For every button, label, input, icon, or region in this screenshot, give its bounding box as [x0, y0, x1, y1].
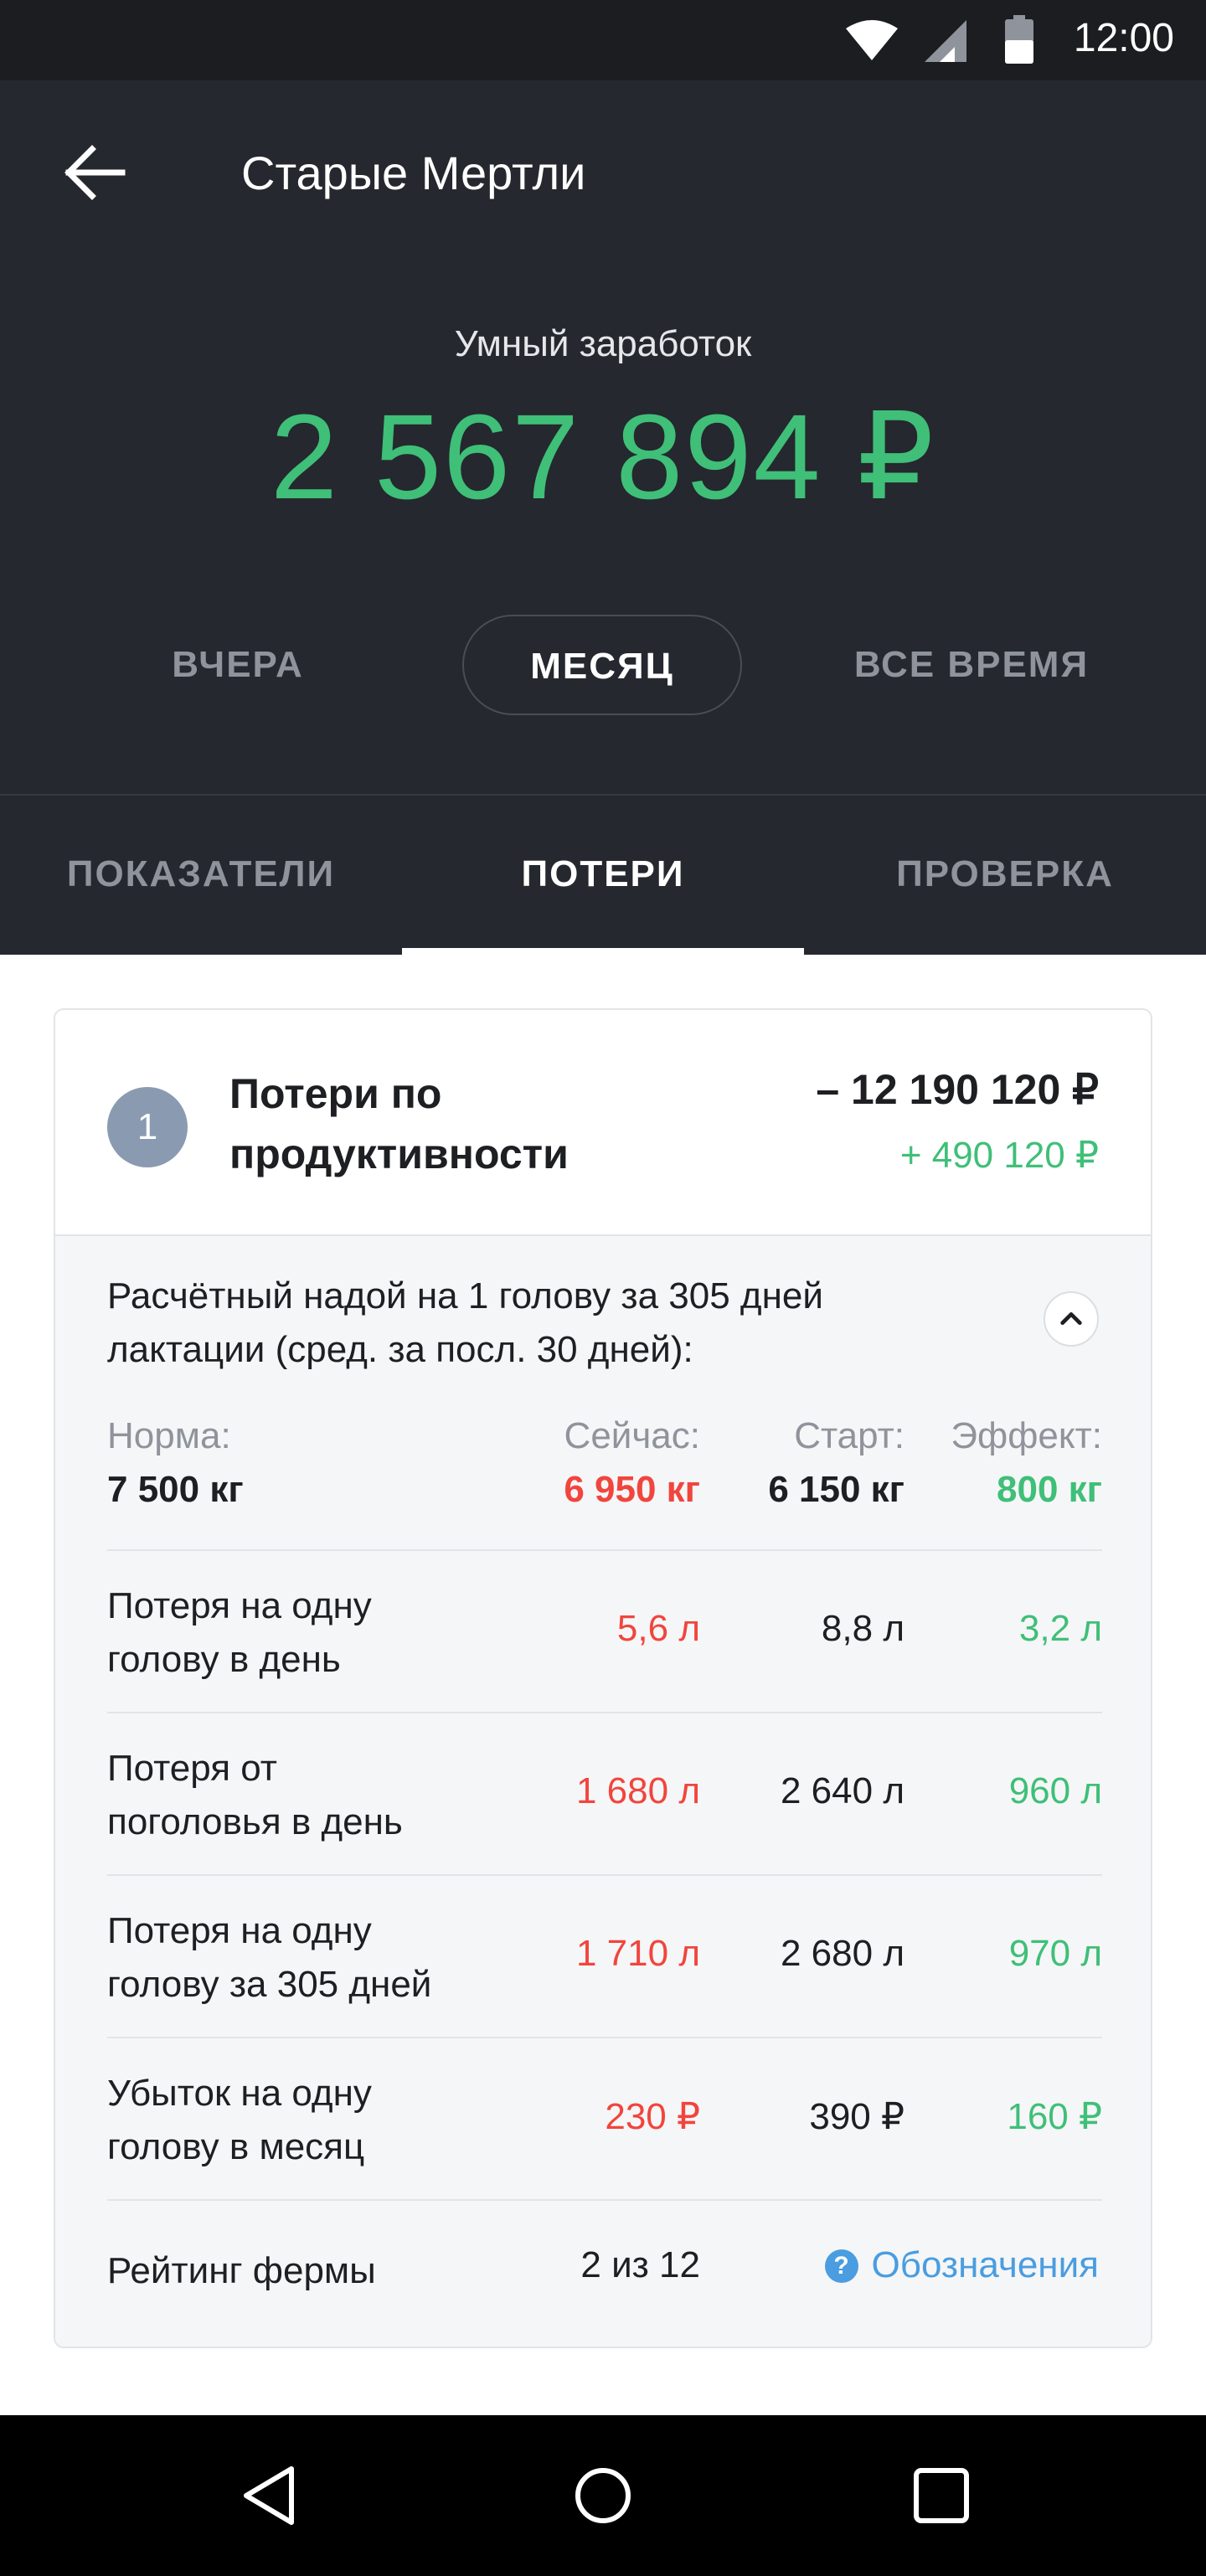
now-label: Сейчас: — [564, 1415, 700, 1456]
row-label-line: Потеря на одну — [107, 1585, 372, 1626]
losses-card: 1 Потери по продуктивности – 12 190 120 … — [54, 1008, 1152, 2348]
active-tab-indicator — [402, 948, 804, 956]
divider — [107, 2037, 1102, 2038]
loss-title: Потери по продуктивности — [229, 1064, 569, 1184]
system-nav-bar — [0, 2415, 1206, 2576]
back-arrow-icon[interactable] — [60, 139, 127, 206]
row-label-loss-herd-day: Потеря от поголовья в день — [107, 1742, 543, 1849]
row-start-value: 390 ₽ — [809, 2096, 904, 2137]
earnings-value: 2 567 894 ₽ — [270, 389, 936, 524]
loss-total: – 12 190 120 ₽ — [816, 1066, 1099, 1113]
loss-title-line2: продуктивности — [229, 1131, 569, 1177]
row-label-loss-per-head-month: Убыток на одну голову в месяц — [107, 2067, 543, 2174]
yield-description: Расчётный надой на 1 голову за 305 дней … — [107, 1270, 970, 1377]
row-label-loss-per-head-305: Потеря на одну голову за 305 дней — [107, 1904, 543, 2012]
row-label-line: поголовья в день — [107, 1801, 403, 1842]
description-line1: Расчётный надой на 1 голову за 305 дней — [107, 1275, 823, 1316]
tab-losses[interactable]: ПОТЕРИ — [402, 796, 804, 956]
norm-value: 7 500 кг — [107, 1469, 244, 1510]
wifi-icon — [846, 20, 898, 60]
row-label-line: голову в месяц — [107, 2126, 365, 2167]
effect-label: Эффект: — [951, 1415, 1102, 1456]
description-line2: лактации (сред. за посл. 30 дней): — [107, 1329, 693, 1370]
legend-link[interactable]: ? Обозначения — [824, 2244, 1099, 2286]
rating-label: Рейтинг фермы — [107, 2250, 376, 2291]
collapse-chevron-icon[interactable] — [1044, 1291, 1099, 1347]
row-label-loss-per-head-day: Потеря на одну голову в день — [107, 1579, 543, 1687]
row-label-line: Потеря на одну — [107, 1910, 372, 1951]
norm-label: Норма: — [107, 1415, 231, 1456]
help-icon: ? — [824, 2249, 858, 2283]
divider — [107, 1549, 1102, 1551]
app-header: Старые Мертли Умный заработок 2 567 894 … — [0, 80, 1206, 794]
tab-check[interactable]: ПРОВЕРКА — [804, 796, 1206, 956]
nav-home-icon[interactable] — [568, 2460, 638, 2531]
effect-value: 800 кг — [997, 1469, 1102, 1510]
card-header[interactable]: 1 Потери по продуктивности – 12 190 120 … — [55, 1010, 1151, 1236]
row-effect-value: 970 л — [1008, 1933, 1102, 1974]
start-label: Старт: — [794, 1415, 904, 1456]
clock: 12:00 — [1073, 16, 1174, 60]
row-effect-value: 160 ₽ — [1007, 2096, 1102, 2137]
rating-value: 2 из 12 — [580, 2244, 700, 2285]
row-label-line: Потеря от — [107, 1748, 277, 1789]
start-value: 6 150 кг — [768, 1469, 904, 1510]
nav-recents-icon[interactable] — [906, 2460, 977, 2531]
loss-gain: + 490 120 ₽ — [899, 1135, 1099, 1176]
divider — [107, 1874, 1102, 1876]
tab-indicators[interactable]: ПОКАЗАТЕЛИ — [0, 796, 402, 956]
item-number-badge: 1 — [107, 1087, 188, 1167]
row-now-value: 1 710 л — [575, 1933, 700, 1974]
battery-icon — [1005, 15, 1033, 64]
row-label-line: голову в день — [107, 1639, 341, 1680]
divider — [107, 2199, 1102, 2201]
row-start-value: 2 640 л — [780, 1770, 904, 1811]
page-title: Старые Мертли — [241, 147, 586, 199]
signal-icon — [925, 20, 966, 62]
now-value: 6 950 кг — [564, 1469, 700, 1510]
row-start-value: 2 680 л — [780, 1933, 904, 1974]
loss-title-line1: Потери по — [229, 1070, 442, 1117]
row-now-value: 5,6 л — [616, 1608, 700, 1649]
tab-bar: ПОКАЗАТЕЛИ ПОТЕРИ ПРОВЕРКА — [0, 794, 1206, 956]
status-bar: 12:00 — [0, 0, 1206, 80]
row-effect-value: 960 л — [1008, 1770, 1102, 1811]
row-start-value: 8,8 л — [821, 1608, 904, 1649]
period-yesterday[interactable]: ВЧЕРА — [112, 615, 363, 715]
legend-link-label: Обозначения — [871, 2244, 1099, 2285]
period-all-time[interactable]: ВСЕ ВРЕМЯ — [829, 615, 1114, 715]
nav-back-icon[interactable] — [234, 2460, 305, 2531]
row-now-value: 1 680 л — [575, 1770, 700, 1811]
row-label-line: Убыток на одну — [107, 2073, 372, 2114]
divider — [107, 1712, 1102, 1713]
row-label-line: голову за 305 дней — [107, 1964, 432, 2005]
row-now-value: 230 ₽ — [605, 2096, 700, 2137]
period-month[interactable]: МЕСЯЦ — [462, 615, 742, 715]
earnings-label: Умный заработок — [454, 323, 752, 364]
row-effect-value: 3,2 л — [1018, 1608, 1102, 1649]
